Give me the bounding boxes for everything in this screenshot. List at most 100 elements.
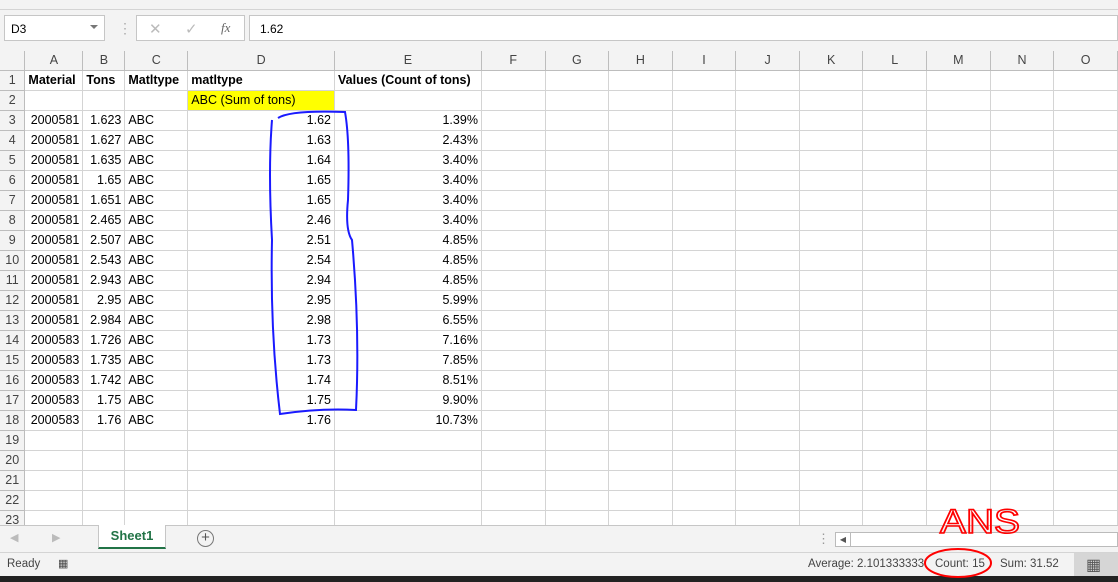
column-header-F[interactable]: F — [481, 51, 546, 71]
column-header-I[interactable]: I — [672, 51, 737, 71]
cell-A15[interactable]: 2000583 — [24, 350, 84, 371]
cell-I3[interactable] — [672, 110, 737, 131]
column-header-B[interactable]: B — [82, 51, 126, 71]
cell-L22[interactable] — [862, 490, 928, 511]
cell-N1[interactable] — [990, 70, 1055, 91]
cell-J15[interactable] — [735, 350, 800, 371]
row-header[interactable]: 13 — [0, 310, 26, 331]
cell-D10[interactable]: 2.54 — [187, 250, 335, 271]
cell-D13[interactable]: 2.98 — [187, 310, 335, 331]
cell-N17[interactable] — [990, 390, 1055, 411]
cell-F8[interactable] — [481, 210, 546, 231]
cell-C20[interactable] — [124, 450, 189, 471]
row-header[interactable]: 17 — [0, 390, 26, 411]
cell-I20[interactable] — [672, 450, 737, 471]
cell-C6[interactable]: ABC — [124, 170, 189, 191]
cell-M8[interactable] — [926, 210, 991, 231]
cell-B4[interactable]: 1.627 — [82, 130, 126, 151]
cell-A3[interactable]: 2000581 — [24, 110, 84, 131]
cell-J22[interactable] — [735, 490, 800, 511]
cell-C7[interactable]: ABC — [124, 190, 189, 211]
add-sheet-icon[interactable]: + — [197, 530, 214, 547]
cell-M12[interactable] — [926, 290, 991, 311]
cell-B3[interactable]: 1.623 — [82, 110, 126, 131]
cell-J11[interactable] — [735, 270, 800, 291]
cell-I12[interactable] — [672, 290, 737, 311]
row-header[interactable]: 19 — [0, 430, 26, 451]
cell-H9[interactable] — [608, 230, 673, 251]
cell-F14[interactable] — [481, 330, 546, 351]
scroll-split-handle[interactable]: ⋮ — [817, 531, 830, 547]
cell-L6[interactable] — [862, 170, 928, 191]
formula-input[interactable]: 1.62 — [249, 15, 1118, 41]
cell-B2[interactable] — [82, 90, 126, 111]
row-header[interactable]: 15 — [0, 350, 26, 371]
cell-F21[interactable] — [481, 470, 546, 491]
cell-L15[interactable] — [862, 350, 928, 371]
cell-A14[interactable]: 2000583 — [24, 330, 84, 351]
cell-F19[interactable] — [481, 430, 546, 451]
column-header-D[interactable]: D — [187, 51, 335, 71]
cell-G15[interactable] — [545, 350, 610, 371]
cell-K8[interactable] — [799, 210, 864, 231]
cell-K20[interactable] — [799, 450, 864, 471]
cell-G17[interactable] — [545, 390, 610, 411]
cell-E11[interactable]: 4.85% — [334, 270, 482, 291]
cancel-icon[interactable]: ✕ — [149, 20, 162, 38]
enter-icon[interactable]: ✓ — [185, 20, 198, 38]
cell-J8[interactable] — [735, 210, 800, 231]
cell-L20[interactable] — [862, 450, 928, 471]
cell-F22[interactable] — [481, 490, 546, 511]
cell-M1[interactable] — [926, 70, 991, 91]
cell-G3[interactable] — [545, 110, 610, 131]
cell-J14[interactable] — [735, 330, 800, 351]
cell-F5[interactable] — [481, 150, 546, 171]
cell-D16[interactable]: 1.74 — [187, 370, 335, 391]
cell-I15[interactable] — [672, 350, 737, 371]
cell-L19[interactable] — [862, 430, 928, 451]
row-header[interactable]: 14 — [0, 330, 26, 351]
cell-K15[interactable] — [799, 350, 864, 371]
cell-H11[interactable] — [608, 270, 673, 291]
cell-O10[interactable] — [1053, 250, 1118, 271]
cell-H4[interactable] — [608, 130, 673, 151]
cell-B14[interactable]: 1.726 — [82, 330, 126, 351]
cell-O17[interactable] — [1053, 390, 1118, 411]
spreadsheet-grid[interactable]: A B C D E F G H I J K L M N O 1 Material Tons Matltype matl… — [0, 51, 1118, 531]
cell-A17[interactable]: 2000583 — [24, 390, 84, 411]
row-header[interactable]: 8 — [0, 210, 26, 231]
cell-J19[interactable] — [735, 430, 800, 451]
insert-function-icon[interactable]: fx — [221, 20, 230, 36]
cell-I14[interactable] — [672, 330, 737, 351]
cell-A11[interactable]: 2000581 — [24, 270, 84, 291]
cell-B10[interactable]: 2.543 — [82, 250, 126, 271]
cell-G20[interactable] — [545, 450, 610, 471]
row-header[interactable]: 10 — [0, 250, 26, 271]
cell-K6[interactable] — [799, 170, 864, 191]
cell-J16[interactable] — [735, 370, 800, 391]
cell-M9[interactable] — [926, 230, 991, 251]
column-header-E[interactable]: E — [334, 51, 482, 71]
cell-I22[interactable] — [672, 490, 737, 511]
cell-F20[interactable] — [481, 450, 546, 471]
cell-A9[interactable]: 2000581 — [24, 230, 84, 251]
cell-N13[interactable] — [990, 310, 1055, 331]
cell-L7[interactable] — [862, 190, 928, 211]
cell-G1[interactable] — [545, 70, 610, 91]
cell-H17[interactable] — [608, 390, 673, 411]
row-header[interactable]: 16 — [0, 370, 26, 391]
cell-C11[interactable]: ABC — [124, 270, 189, 291]
cell-K16[interactable] — [799, 370, 864, 391]
cell-A5[interactable]: 2000581 — [24, 150, 84, 171]
cell-N5[interactable] — [990, 150, 1055, 171]
cell-I1[interactable] — [672, 70, 737, 91]
cell-D4[interactable]: 1.63 — [187, 130, 335, 151]
cell-L1[interactable] — [862, 70, 928, 91]
cell-N15[interactable] — [990, 350, 1055, 371]
cell-H13[interactable] — [608, 310, 673, 331]
cell-E2[interactable] — [334, 90, 482, 111]
cell-J3[interactable] — [735, 110, 800, 131]
cell-F13[interactable] — [481, 310, 546, 331]
row-header[interactable]: 1 — [0, 70, 26, 91]
cell-J1[interactable] — [735, 70, 800, 91]
